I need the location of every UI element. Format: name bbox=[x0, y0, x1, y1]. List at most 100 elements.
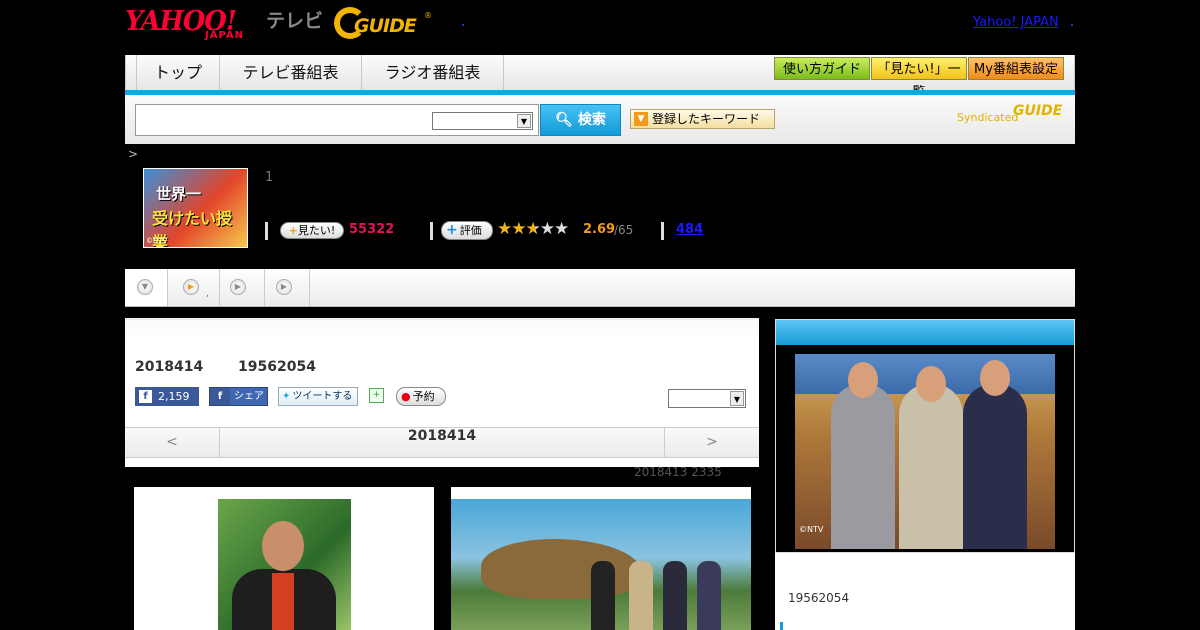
play-icon: ▶ bbox=[230, 279, 246, 295]
mitai-label: 見たい! bbox=[297, 224, 336, 237]
current-date: 2018414 bbox=[407, 428, 477, 444]
broadcast-panel: 2018414 19562054 f 2,159 f シェア ✦ ツイートする + ●… bbox=[125, 318, 759, 467]
registered-keywords-button[interactable]: ▼ 登録したキーワード bbox=[630, 109, 775, 129]
star-icon: ★ bbox=[511, 219, 526, 239]
header-dot bbox=[1071, 24, 1073, 26]
photo-figure bbox=[831, 384, 895, 549]
date-navigation: < 2018414 > bbox=[125, 427, 759, 458]
subtab-4[interactable]: ▶ bbox=[265, 269, 310, 306]
gguide-logo[interactable]: GUIDE ® bbox=[334, 7, 434, 41]
registered-keywords-label: 登録したキーワード bbox=[652, 112, 761, 126]
play-icon: ▶ bbox=[183, 279, 199, 295]
facebook-like-button[interactable]: f 2,159 bbox=[135, 387, 199, 406]
search-icon: 🔍︎ bbox=[555, 112, 573, 128]
sidebar-header bbox=[776, 320, 1074, 345]
sidebar-accent-bar bbox=[780, 622, 783, 630]
rating-value: 2.69 bbox=[583, 222, 616, 237]
search-button-label: 検索 bbox=[577, 112, 606, 128]
tweet-label: ツイートする bbox=[292, 391, 353, 402]
previous-date-button[interactable]: < bbox=[125, 428, 220, 457]
nav-tab-top[interactable]: トップ bbox=[136, 55, 220, 90]
photo-figure bbox=[697, 561, 721, 630]
caret-down-icon: ▼ bbox=[634, 112, 648, 126]
chevron-down-icon: ▼ bbox=[137, 279, 153, 295]
photo-card[interactable] bbox=[134, 487, 434, 630]
mitai-button[interactable]: +見たい! bbox=[280, 222, 344, 239]
share-label: シェア bbox=[234, 391, 264, 402]
divider bbox=[430, 222, 433, 240]
nav-tab-tv-schedule[interactable]: テレビ番組表 bbox=[220, 55, 362, 90]
gguide-logo-text: GUIDE bbox=[354, 15, 417, 37]
photo-figure bbox=[629, 561, 653, 630]
broadcast-select[interactable]: ▼ bbox=[668, 389, 746, 408]
tv-logo[interactable]: テレビ bbox=[266, 6, 323, 33]
mitai-list-button[interactable]: 「見たい!」一覧 bbox=[871, 57, 967, 100]
photo-figure bbox=[481, 539, 641, 599]
studio-dinosaur-photo bbox=[451, 499, 751, 630]
photo-figure bbox=[916, 366, 946, 402]
star-icon: ★ bbox=[554, 219, 569, 239]
next-date-button[interactable]: > bbox=[664, 428, 759, 457]
plus-icon: + bbox=[288, 224, 298, 237]
search-category-select[interactable]: ▼ bbox=[432, 112, 533, 130]
breadcrumb: > bbox=[128, 147, 139, 161]
yahoo-japan-link[interactable]: Yahoo! JAPAN bbox=[973, 15, 1059, 30]
photo-figure bbox=[272, 573, 294, 630]
star-icon: ★ bbox=[497, 219, 512, 239]
play-icon: ▶ bbox=[276, 279, 292, 295]
air-date: 2018414 bbox=[135, 359, 204, 375]
facebook-share-button[interactable]: f シェア bbox=[209, 387, 268, 406]
photo-figure bbox=[963, 384, 1027, 549]
syndicated-label: Syndicated bbox=[957, 111, 1019, 124]
record-reservation-button[interactable]: ● 予約 bbox=[396, 387, 446, 406]
main-nav: トップ テレビ番組表 ラジオ番組表 使い方ガイド 「見たい!」一覧 My番組表設… bbox=[125, 55, 1075, 100]
twitter-bird-icon: ✦ bbox=[282, 391, 291, 402]
like-count: 2,159 bbox=[158, 390, 190, 403]
photo-figure bbox=[899, 384, 963, 549]
host-photo bbox=[218, 499, 351, 630]
subtab-2[interactable]: ▶ , bbox=[168, 269, 220, 306]
facebook-icon: f bbox=[210, 388, 230, 405]
nav-tab-radio-schedule[interactable]: ラジオ番組表 bbox=[362, 55, 504, 90]
mitai-count: 55322 bbox=[349, 222, 395, 237]
rating-count: /65 bbox=[614, 223, 634, 237]
program-subtabs: ▼ ▶ , ▶ ▶ bbox=[125, 269, 1075, 307]
tweet-button[interactable]: ✦ ツイートする bbox=[278, 387, 358, 406]
search-bar: ▼ 🔍︎ 検索 ▼ 登録したキーワード Syndicated GUIDE bbox=[125, 95, 1075, 144]
japan-logo-text: JAPAN bbox=[205, 30, 244, 41]
photo-figure bbox=[663, 561, 687, 630]
calendar-add-icon[interactable]: + bbox=[369, 388, 384, 403]
photo-figure bbox=[262, 521, 304, 571]
sidebar-photo-box: ©NTV bbox=[775, 319, 1075, 553]
review-count-link[interactable]: 484 bbox=[676, 222, 703, 237]
chevron-down-icon: ▼ bbox=[730, 391, 744, 406]
star-icon: ★ bbox=[539, 219, 555, 239]
photo-card[interactable] bbox=[451, 487, 751, 630]
registered-mark-icon: ® bbox=[424, 11, 432, 20]
record-label: 予約 bbox=[412, 390, 435, 403]
program-thumbnail[interactable]: 世界一 受けたい授業 ©NTV bbox=[143, 168, 248, 248]
divider bbox=[265, 222, 268, 240]
subtab-3[interactable]: ▶ bbox=[220, 269, 265, 306]
rating-button[interactable]: + 評価 bbox=[441, 221, 493, 240]
star-icon: ★ bbox=[525, 219, 541, 239]
thumbnail-copyright: ©NTV bbox=[146, 237, 168, 245]
subtab-1[interactable]: ▼ bbox=[125, 269, 168, 306]
facebook-icon: f bbox=[139, 390, 152, 403]
usage-guide-button[interactable]: 使い方ガイド bbox=[774, 57, 870, 80]
photo-figure bbox=[980, 360, 1010, 396]
yahoo-japan-logo[interactable]: YAHOO! JAPAN bbox=[125, 6, 263, 42]
cast-photo-copyright: ©NTV bbox=[799, 525, 824, 534]
thumbnail-title-line1: 世界一 bbox=[156, 185, 202, 203]
search-button[interactable]: 🔍︎ 検索 bbox=[540, 104, 621, 136]
chevron-down-icon: ▼ bbox=[517, 114, 531, 128]
cast-photo[interactable]: ©NTV bbox=[795, 354, 1055, 549]
updated-timestamp: 2018413 2335 bbox=[634, 465, 722, 479]
rating-button-label: 評価 bbox=[459, 224, 482, 237]
syndicated-gguide-logo: GUIDE bbox=[1013, 103, 1063, 119]
my-schedule-settings-button[interactable]: My番組表設定 bbox=[968, 57, 1064, 80]
air-code: 19562054 bbox=[238, 359, 316, 375]
photo-figure bbox=[848, 362, 878, 398]
plus-icon: + bbox=[446, 222, 458, 238]
header-dot bbox=[462, 24, 464, 26]
